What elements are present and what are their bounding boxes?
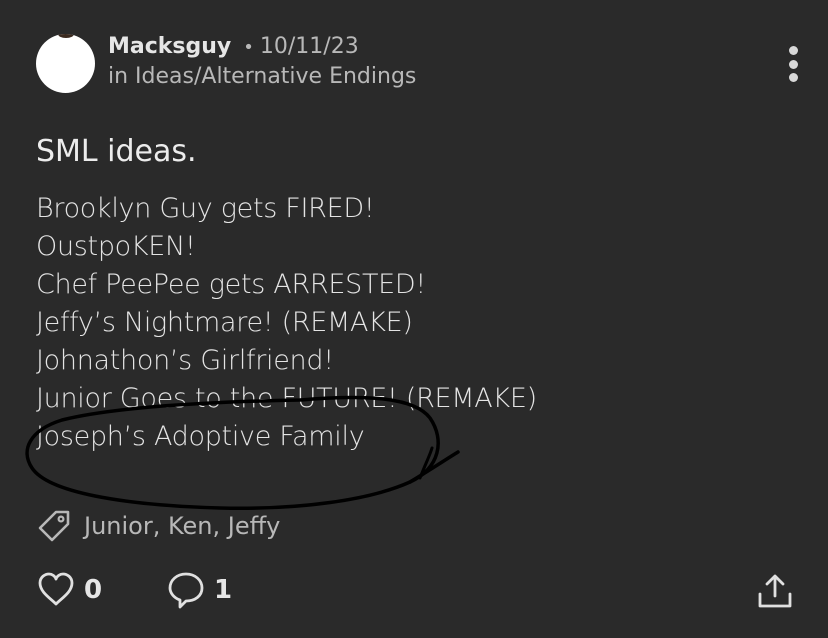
body-line: Brooklyn Guy gets FIRED! bbox=[36, 193, 375, 224]
comment-button[interactable]: 1 bbox=[166, 570, 232, 610]
comment-count: 1 bbox=[214, 575, 233, 605]
like-button[interactable]: 0 bbox=[36, 570, 102, 610]
body-line: OustpoKEN! bbox=[36, 231, 196, 262]
post-tags[interactable]: Junior, Ken, Jeffy bbox=[36, 508, 280, 544]
comment-bubble-icon bbox=[168, 572, 204, 609]
post-meta: Macksguy • 10/11/23 in Ideas/Alternative… bbox=[108, 34, 416, 89]
body-line: Junior Goes to the FUTURE! (REMAKE) bbox=[36, 383, 537, 414]
heart-icon bbox=[38, 572, 74, 606]
more-vertical-icon[interactable] bbox=[780, 44, 806, 84]
author-name[interactable]: Macksguy bbox=[108, 34, 231, 59]
body-line: Joseph’s Adoptive Family bbox=[36, 421, 365, 452]
share-upload-icon bbox=[758, 574, 792, 608]
post-title: SML ideas. bbox=[36, 134, 197, 169]
post-footer: 0 1 bbox=[36, 570, 796, 614]
body-line: Chef PeePee gets ARRESTED! bbox=[36, 269, 426, 300]
post-card: Macksguy • 10/11/23 in Ideas/Alternative… bbox=[0, 0, 828, 638]
avatar[interactable] bbox=[36, 34, 95, 93]
tags-label: Junior, Ken, Jeffy bbox=[84, 512, 281, 540]
body-line: Johnathon’s Girlfriend! bbox=[36, 345, 334, 376]
post-body: Brooklyn Guy gets FIRED! OustpoKEN! Chef… bbox=[36, 190, 537, 456]
avatar-hair bbox=[58, 34, 74, 38]
body-line: Jeffy’s Nightmare! (REMAKE) bbox=[36, 307, 413, 338]
post-location[interactable]: in Ideas/Alternative Endings bbox=[108, 64, 416, 89]
tag-icon bbox=[38, 510, 70, 542]
like-count: 0 bbox=[84, 575, 103, 605]
meta-separator: • bbox=[243, 37, 254, 58]
post-date: 10/11/23 bbox=[259, 34, 359, 59]
share-button[interactable] bbox=[756, 572, 794, 614]
